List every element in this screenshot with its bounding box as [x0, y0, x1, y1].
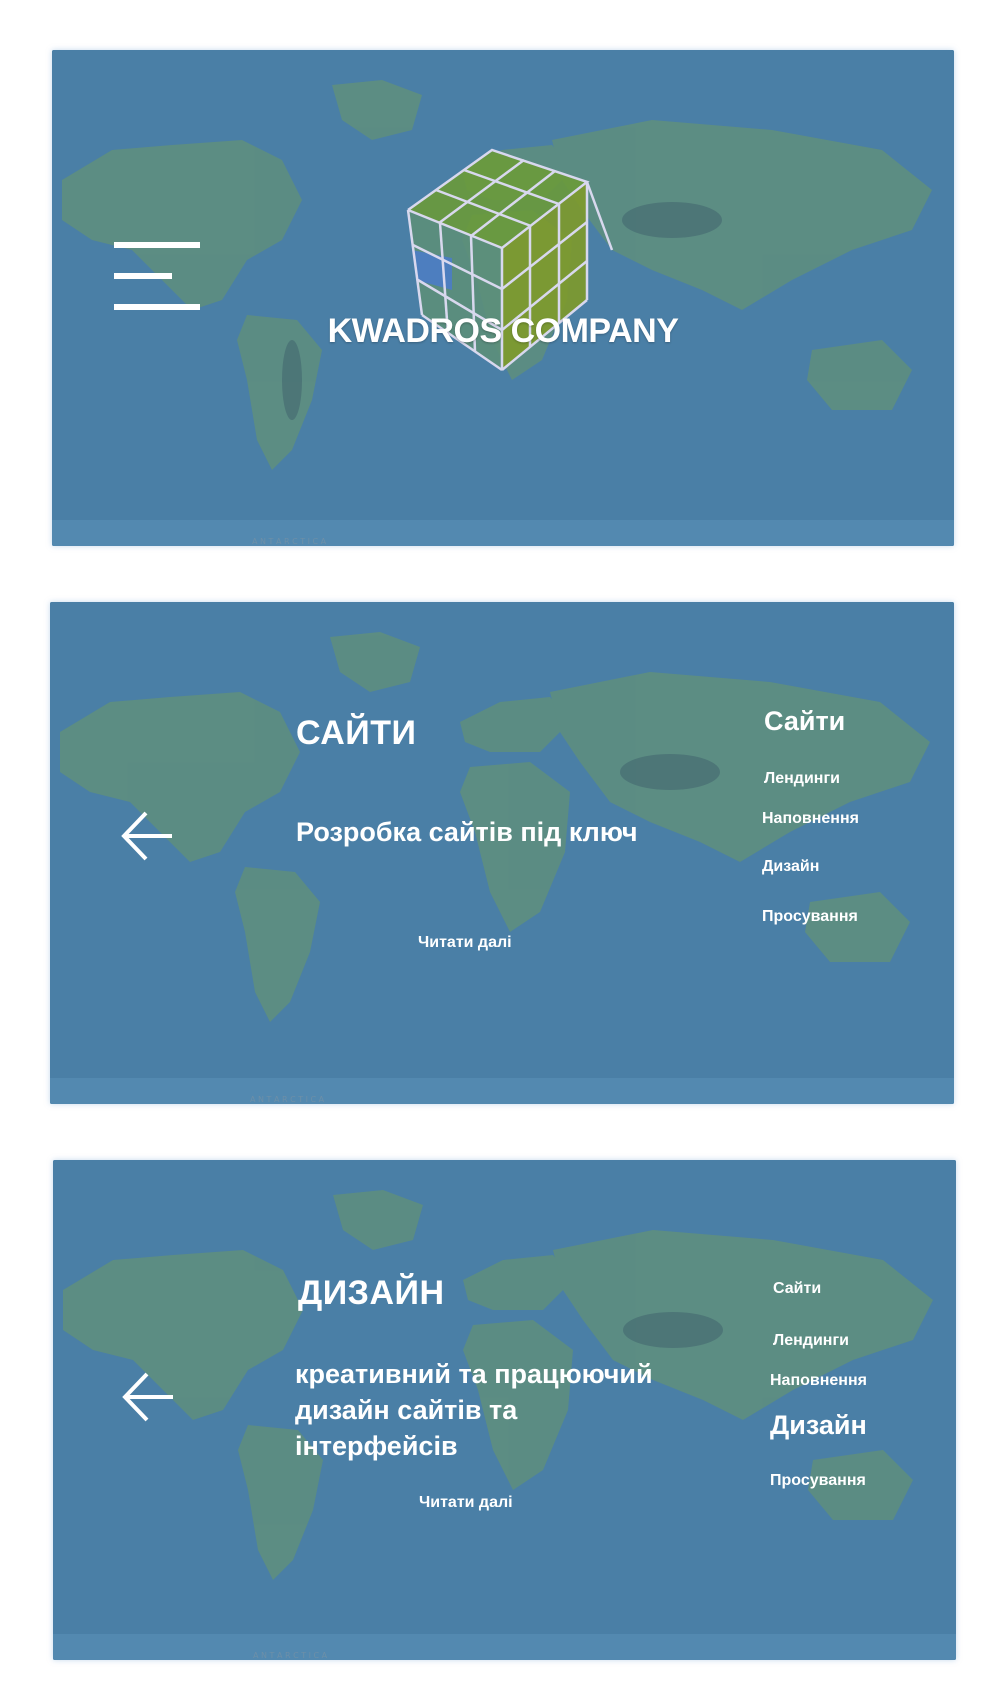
side-nav-item-content[interactable]: Наповнення	[762, 810, 859, 828]
svg-text:A N T A R C T I C A: A N T A R C T I C A	[250, 1095, 325, 1104]
antarctica-label: A N T A R C T I C A	[252, 537, 327, 546]
side-nav-item-sites[interactable]: Сайти	[764, 706, 845, 737]
world-map-background: A N T A R C T I C A	[50, 602, 954, 1104]
side-nav-item-design[interactable]: Дизайн	[770, 1410, 867, 1441]
read-more-link[interactable]: Читати далі	[419, 1494, 513, 1512]
hero-panel: A N T A R C T I C A KWADROS COMPANY	[52, 50, 954, 546]
brand-title: KWADROS COMPANY	[327, 312, 679, 350]
slide-heading: САЙТИ	[296, 714, 417, 752]
antarctica-label: A N T A R C T I C A	[253, 1651, 328, 1660]
slide-subtitle: Розробка сайтів під ключ	[296, 817, 638, 847]
hamburger-menu-icon[interactable]	[114, 242, 202, 310]
slide-sites-panel: A N T A R C T I C A САЙТИ Розробка сайті…	[50, 602, 954, 1104]
back-arrow-icon[interactable]	[120, 809, 174, 863]
slide-design-panel: A N T A R C T I C A ДИЗАЙН креативний та…	[53, 1160, 956, 1660]
side-nav-item-content[interactable]: Наповнення	[770, 1372, 867, 1390]
side-nav-item-promotion[interactable]: Просування	[770, 1472, 866, 1490]
slide-heading: ДИЗАЙН	[298, 1274, 445, 1312]
svg-text:A N T A R C T I C A: A N T A R C T I C A	[252, 537, 327, 546]
side-nav-item-design[interactable]: Дизайн	[762, 858, 819, 876]
back-arrow-icon[interactable]	[121, 1370, 175, 1424]
read-more-link[interactable]: Читати далі	[418, 934, 512, 952]
svg-text:A N T A R C T I C A: A N T A R C T I C A	[253, 1651, 328, 1660]
antarctica-label: A N T A R C T I C A	[250, 1095, 325, 1104]
side-nav-item-landings[interactable]: Лендинги	[764, 770, 840, 788]
side-nav-item-sites[interactable]: Сайти	[773, 1280, 821, 1298]
slide-subtitle: креативний та працюючий дизайн сайтів та…	[295, 1359, 653, 1461]
side-nav-item-promotion[interactable]: Просування	[762, 908, 858, 926]
side-nav-item-landings[interactable]: Лендинги	[773, 1332, 849, 1350]
